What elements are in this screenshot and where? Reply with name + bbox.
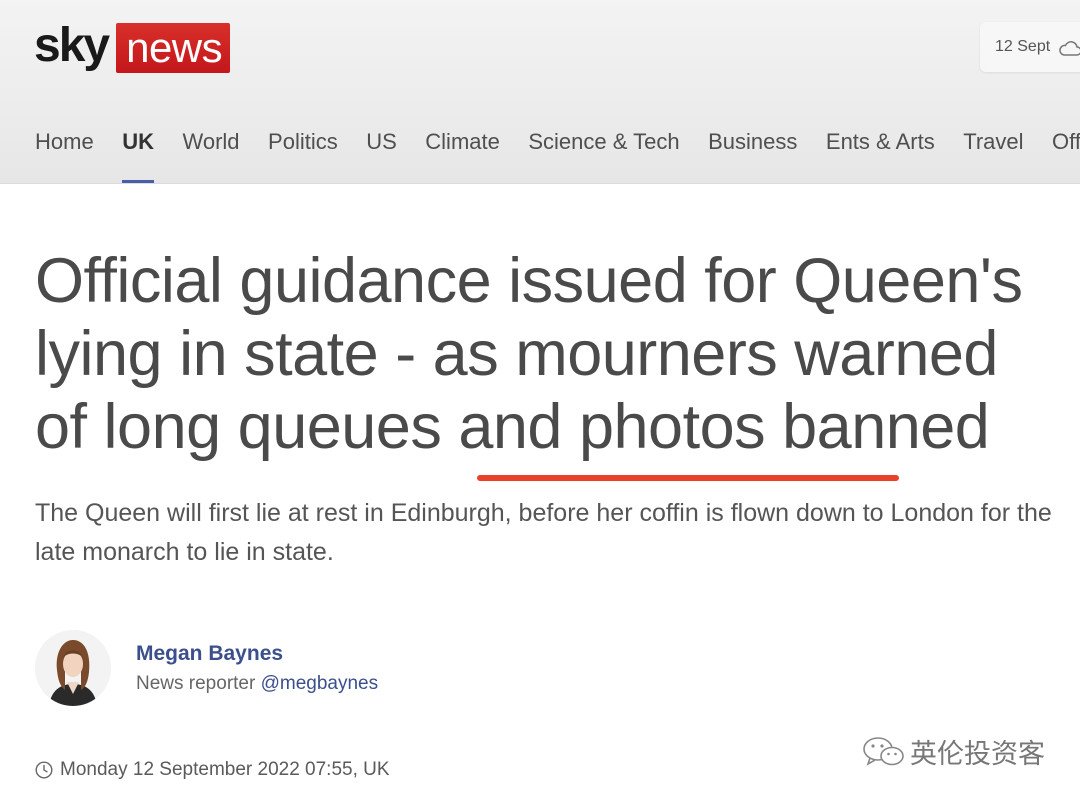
highlight-underline	[477, 475, 899, 481]
nav-item-travel[interactable]: Travel	[963, 126, 1023, 184]
article-standfirst: The Queen will first lie at rest in Edin…	[35, 499, 1052, 566]
site-header: sky news 12 Sept Home UK World Politics …	[0, 0, 1080, 184]
timestamp-text: Monday 12 September 2022 07:55, UK	[60, 759, 390, 780]
nav-item-politics[interactable]: Politics	[268, 126, 338, 184]
nav-item-science-tech[interactable]: Science & Tech	[528, 126, 679, 184]
wechat-icon	[863, 736, 904, 766]
current-date: 12 Sept	[995, 38, 1051, 55]
nav-item-world[interactable]: World	[182, 126, 239, 184]
logo-sky-text: sky	[34, 19, 110, 72]
logo-news-text: news	[116, 23, 231, 73]
author-avatar[interactable]	[35, 630, 111, 706]
sky-news-logo[interactable]: sky news	[34, 19, 231, 74]
clock-icon	[35, 761, 53, 779]
nav-item-ents-arts[interactable]: Ents & Arts	[826, 126, 935, 184]
watermark: 英伦投资客	[862, 732, 1045, 771]
author-name[interactable]: Megan Baynes	[136, 642, 283, 666]
nav-item-climate[interactable]: Climate	[425, 126, 500, 184]
author-role-line: News reporter @megbaynes	[136, 673, 378, 695]
publish-timestamp: Monday 12 September 2022 07:55, UK	[35, 759, 390, 781]
nav-item-uk[interactable]: UK	[122, 126, 154, 184]
author-twitter-handle[interactable]: @megbaynes	[261, 673, 379, 694]
nav-item-business[interactable]: Business	[708, 126, 797, 184]
cloud-icon	[1058, 39, 1080, 56]
author-role: News reporter	[136, 673, 256, 694]
article-headline: Official guidance issued for Queen's lyi…	[35, 246, 1023, 462]
nav-item-us[interactable]: US	[366, 126, 397, 184]
nav-item-home[interactable]: Home	[35, 126, 94, 184]
date-weather-widget[interactable]: 12 Sept	[980, 22, 1080, 72]
main-nav: Home UK World Politics US Climate Scienc…	[35, 126, 1080, 184]
watermark-text: 英伦投资客	[910, 739, 1045, 770]
nav-item-offbeat[interactable]: Offb	[1052, 126, 1080, 184]
